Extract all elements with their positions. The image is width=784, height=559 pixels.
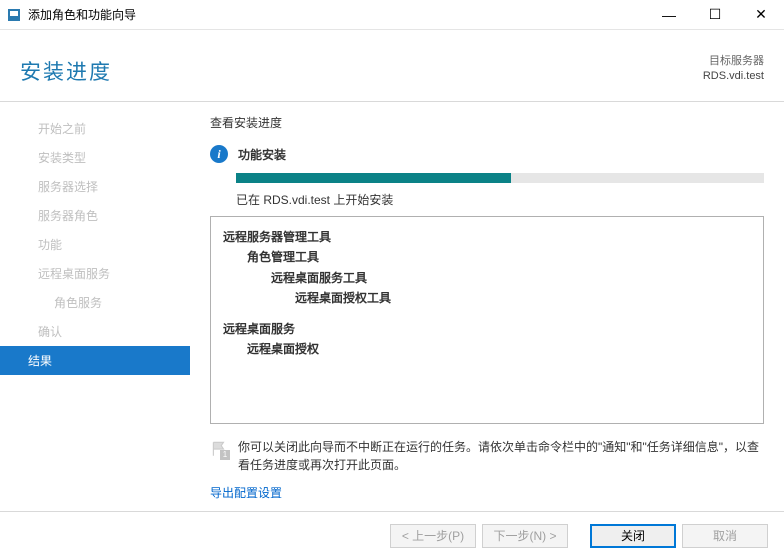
close-button[interactable]: 关闭	[590, 524, 676, 548]
view-label: 查看安装进度	[210, 114, 764, 131]
feature-item: 远程桌面服务	[223, 319, 751, 339]
info-icon: i	[210, 145, 228, 163]
prev-button: < 上一步(P)	[390, 524, 476, 548]
export-config-link[interactable]: 导出配置设置	[210, 484, 282, 501]
progress-bar	[236, 173, 764, 183]
window-title: 添加角色和功能向导	[28, 6, 646, 23]
target-value: RDS.vdi.test	[703, 69, 764, 84]
features-box[interactable]: 远程服务器管理工具角色管理工具远程桌面服务工具远程桌面授权工具远程桌面服务远程桌…	[210, 216, 764, 424]
flag-icon: 1	[210, 440, 228, 458]
feature-item: 远程服务器管理工具	[223, 227, 751, 247]
sidebar-step-8[interactable]: 结果	[0, 346, 190, 375]
feature-item: 远程桌面服务工具	[223, 268, 751, 288]
sidebar: 开始之前安装类型服务器选择服务器角色功能远程桌面服务角色服务确认结果	[0, 102, 190, 511]
sidebar-step-2: 服务器选择	[0, 172, 190, 201]
feature-item: 角色管理工具	[223, 247, 751, 267]
sidebar-step-1: 安装类型	[0, 143, 190, 172]
content: 查看安装进度 i 功能安装 已在 RDS.vdi.test 上开始安装 远程服务…	[190, 102, 784, 511]
note-text: 你可以关闭此向导而不中断正在运行的任务。请依次单击命令栏中的"通知"和"任务详细…	[238, 438, 764, 474]
window-controls: — ☐ ✕	[646, 0, 784, 30]
progress-message: 已在 RDS.vdi.test 上开始安装	[236, 191, 764, 208]
target-label: 目标服务器	[703, 54, 764, 69]
sidebar-step-6: 角色服务	[0, 288, 190, 317]
next-button: 下一步(N) >	[482, 524, 568, 548]
sidebar-step-4: 功能	[0, 230, 190, 259]
sidebar-step-3: 服务器角色	[0, 201, 190, 230]
sidebar-step-7: 确认	[0, 317, 190, 346]
app-icon	[6, 7, 22, 23]
feature-item: 远程桌面授权工具	[223, 288, 751, 308]
titlebar: 添加角色和功能向导 — ☐ ✕	[0, 0, 784, 30]
sidebar-step-0: 开始之前	[0, 114, 190, 143]
note-row: 1 你可以关闭此向导而不中断正在运行的任务。请依次单击命令栏中的"通知"和"任务…	[210, 438, 764, 474]
close-window-button[interactable]: ✕	[738, 0, 784, 30]
feature-item: 远程桌面授权	[223, 339, 751, 359]
cancel-button: 取消	[682, 524, 768, 548]
body: 开始之前安装类型服务器选择服务器角色功能远程桌面服务角色服务确认结果 查看安装进…	[0, 102, 784, 511]
sidebar-step-5: 远程桌面服务	[0, 259, 190, 288]
page-title: 安装进度	[20, 56, 112, 86]
status-row: i 功能安装	[210, 145, 764, 163]
footer: < 上一步(P) 下一步(N) > 关闭 取消	[0, 511, 784, 559]
minimize-button[interactable]: —	[646, 0, 692, 30]
header: 安装进度 目标服务器 RDS.vdi.test	[0, 30, 784, 102]
progress-fill	[236, 173, 511, 183]
status-text: 功能安装	[238, 146, 286, 163]
maximize-button[interactable]: ☐	[692, 0, 738, 30]
target-server: 目标服务器 RDS.vdi.test	[703, 54, 764, 85]
